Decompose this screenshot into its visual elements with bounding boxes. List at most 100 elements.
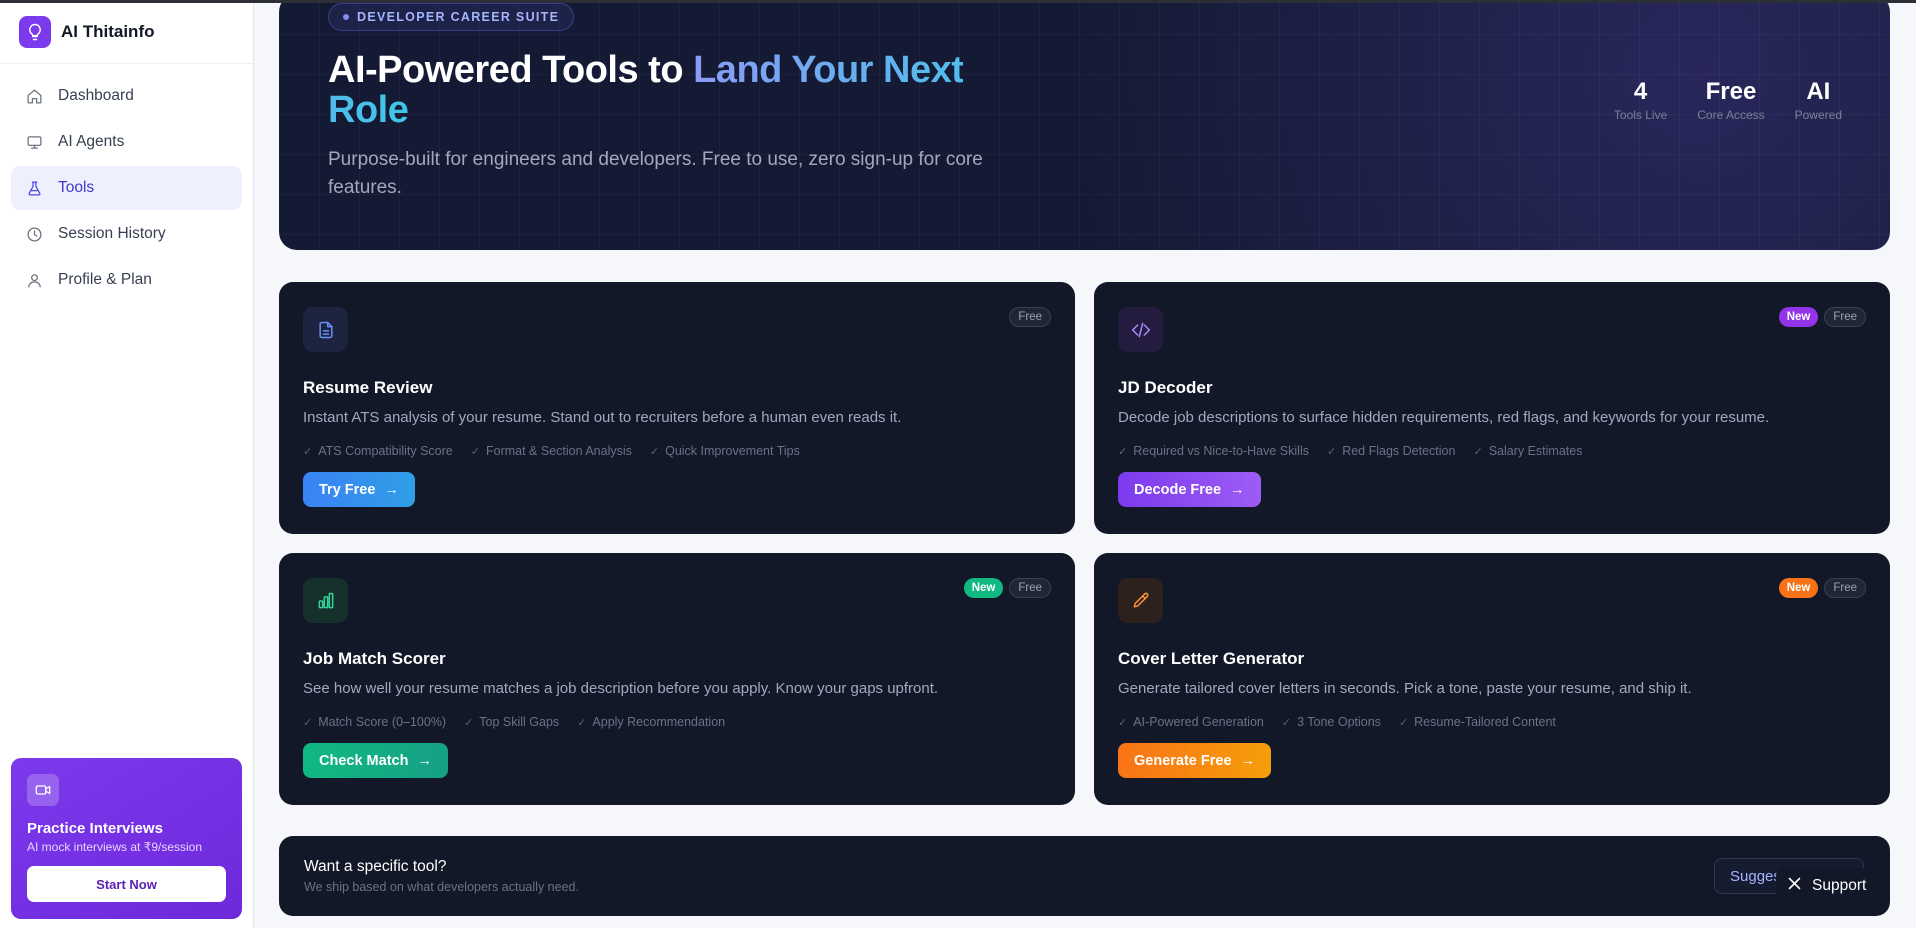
free-badge: Free [1824, 578, 1866, 598]
feature-item: ✓ Match Score (0–100%) [303, 715, 446, 729]
sidebar-item-profile[interactable]: Profile & Plan [11, 258, 242, 302]
card-badges: New Free [1778, 578, 1866, 598]
sidebar-item-label: Profile & Plan [58, 271, 152, 288]
feature-label: ATS Compatibility Score [318, 444, 453, 458]
video-camera-icon [27, 774, 59, 806]
sidebar-item-session-history[interactable]: Session History [11, 212, 242, 256]
sidebar-item-label: Tools [58, 179, 95, 196]
arrow-right-icon: → [417, 752, 432, 769]
lightbulb-icon [19, 15, 51, 48]
feature-label: AI-Powered Generation [1133, 715, 1264, 729]
tool-card-jd-decoder: New Free JD Decoder Decode job descripti… [1094, 282, 1890, 534]
feature-item: ✓ Resume-Tailored Content [1399, 715, 1556, 729]
sidebar-item-tools[interactable]: Tools [11, 166, 242, 210]
sidebar-item-label: Dashboard [58, 87, 134, 104]
new-badge: New [1778, 307, 1819, 327]
feature-item: ✓ Format & Section Analysis [471, 444, 632, 458]
hero-title: AI-Powered Tools to Land Your Next Role [328, 50, 1008, 130]
new-badge: New [963, 578, 1004, 598]
feature-item: ✓ Apply Recommendation [577, 715, 725, 729]
feature-label: Top Skill Gaps [479, 715, 560, 729]
tool-card-job-match-scorer: New Free Job Match Scorer See how well y… [279, 553, 1075, 805]
practice-interviews-promo: Practice Interviews AI mock interviews a… [11, 758, 242, 919]
tool-card-resume-review: Free Resume Review Instant ATS analysis … [279, 282, 1075, 534]
feature-label: Required vs Nice-to-Have Skills [1133, 444, 1309, 458]
generate-free-button[interactable]: Generate Free → [1118, 743, 1272, 778]
bar-chart-icon [303, 578, 348, 623]
feature-label: Red Flags Detection [1342, 444, 1456, 458]
hero-banner: DEVELOPER CAREER SUITE AI-Powered Tools … [279, 0, 1890, 250]
sidebar-item-label: AI Agents [58, 133, 125, 150]
stat-value: AI [1806, 78, 1831, 105]
monitor-icon [24, 132, 44, 152]
feature-label: 3 Tone Options [1297, 715, 1381, 729]
card-title: Job Match Scorer [303, 649, 446, 668]
sidebar-item-dashboard[interactable]: Dashboard [11, 74, 242, 118]
feature-list: ✓ ATS Compatibility Score ✓ Format & Secti… [303, 444, 800, 458]
hero-pill: DEVELOPER CAREER SUITE [328, 3, 575, 31]
card-badges: Free [1009, 307, 1051, 327]
stat-core-access: Free Core Access [1697, 78, 1764, 122]
hero-pill-label: DEVELOPER CAREER SUITE [357, 10, 560, 24]
card-badges: New Free [1778, 307, 1866, 327]
arrow-right-icon: → [1230, 481, 1245, 498]
check-icon: ✓ [1398, 716, 1409, 729]
home-icon [24, 86, 44, 106]
feature-label: Salary Estimates [1488, 444, 1583, 458]
free-badge: Free [1009, 578, 1051, 598]
check-icon: ✓ [303, 716, 313, 729]
cta-label: Decode Free [1134, 481, 1222, 498]
stat-value: Free [1705, 78, 1757, 105]
free-badge: Free [1824, 307, 1866, 327]
start-now-button[interactable]: Start Now [27, 866, 226, 902]
check-icon: ✓ [1326, 445, 1337, 458]
feature-label: Format & Section Analysis [485, 444, 632, 458]
feature-item: ✓ Top Skill Gaps [464, 715, 559, 729]
pencil-icon [1118, 578, 1163, 623]
promo-subtitle: AI mock interviews at ₹9/session [27, 840, 203, 854]
free-badge: Free [1009, 307, 1051, 327]
check-icon: ✓ [464, 716, 474, 729]
request-title: Want a specific tool? [304, 858, 447, 875]
check-icon: ✓ [1473, 445, 1483, 458]
check-icon: ✓ [470, 445, 480, 458]
brand[interactable]: AI Thitainfo [0, 0, 253, 64]
feature-item: ✓ AI-Powered Generation [1118, 715, 1264, 729]
new-badge: New [1778, 578, 1819, 598]
stat-label: Core Access [1697, 108, 1765, 122]
clock-icon [24, 224, 44, 244]
card-description: Instant ATS analysis of your resume. Sta… [303, 409, 902, 426]
feature-label: Resume-Tailored Content [1414, 715, 1556, 729]
feature-list: ✓ Match Score (0–100%) ✓ Top Skill Gaps ✓ A… [303, 715, 725, 729]
sidebar: AI Thitainfo Dashboard AI Agents Tools S… [0, 0, 254, 928]
feature-item: ✓ Red Flags Detection [1327, 444, 1455, 458]
decode-free-button[interactable]: Decode Free → [1118, 472, 1261, 507]
support-button[interactable]: Support [1776, 868, 1877, 904]
stat-label: Powered [1794, 108, 1842, 122]
check-match-button[interactable]: Check Match → [303, 743, 448, 778]
app-name: AI Thitainfo [61, 21, 155, 41]
sidebar-item-label: Session History [58, 225, 166, 242]
stat-value: 4 [1633, 78, 1648, 105]
stat-tools-live: 4 Tools Live [1614, 78, 1667, 122]
feature-list: ✓ Required vs Nice-to-Have Skills ✓ Red Fl… [1118, 444, 1582, 458]
feature-item: ✓ Quick Improvement Tips [650, 444, 800, 458]
cta-label: Try Free [319, 481, 376, 498]
cta-label: Generate Free [1134, 752, 1232, 769]
cta-label: Check Match [319, 752, 409, 769]
feature-item: ✓ Salary Estimates [1473, 444, 1582, 458]
arrow-right-icon: → [1240, 752, 1256, 769]
check-icon: ✓ [1118, 445, 1128, 458]
dot-icon [343, 14, 349, 20]
tool-request-bar: Want a specific tool? We ship based on w… [279, 836, 1890, 916]
code-icon [1118, 307, 1163, 352]
window-top-border [0, 0, 1916, 3]
sidebar-item-ai-agents[interactable]: AI Agents [11, 120, 242, 164]
flask-icon [24, 178, 44, 198]
try-free-button[interactable]: Try Free → [303, 472, 415, 507]
card-title: Cover Letter Generator [1118, 649, 1305, 668]
check-icon: ✓ [649, 445, 660, 458]
card-title: Resume Review [303, 378, 433, 397]
feature-item: ✓ ATS Compatibility Score [303, 444, 453, 458]
check-icon: ✓ [577, 716, 587, 729]
